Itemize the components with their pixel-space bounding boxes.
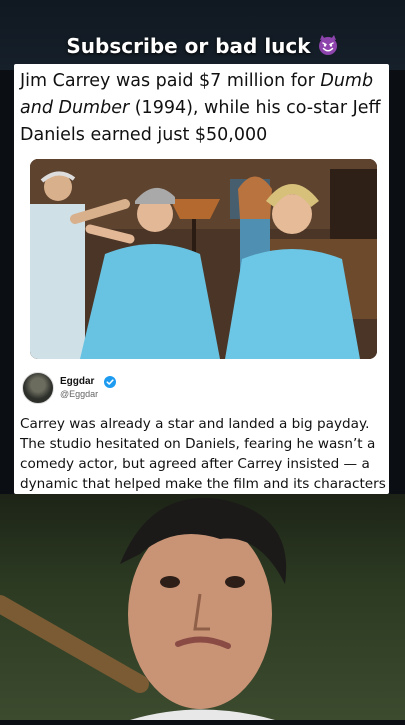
movie-still-image[interactable] (30, 159, 377, 359)
title-part-1: Jim Carrey was paid $7 million for (20, 71, 321, 91)
post-body: Carrey was already a star and landed a b… (20, 416, 386, 492)
tweet-card[interactable]: Jim Carrey was paid $7 million for Dumb … (14, 64, 389, 494)
author-row[interactable]: Eggdar @Eggdar (22, 372, 382, 412)
author-name[interactable]: Eggdar (60, 376, 94, 387)
headline-text: Subscribe or bad luck (66, 34, 311, 58)
verified-badge-icon (104, 375, 116, 388)
avatar[interactable] (22, 372, 54, 404)
smiling-imp-icon (317, 34, 339, 61)
post-title: Jim Carrey was paid $7 million for Dumb … (20, 68, 382, 149)
headline-caption: Subscribe or bad luck (0, 34, 405, 61)
author-handle[interactable]: @Eggdar (60, 389, 98, 399)
creator-face-video (0, 494, 405, 720)
